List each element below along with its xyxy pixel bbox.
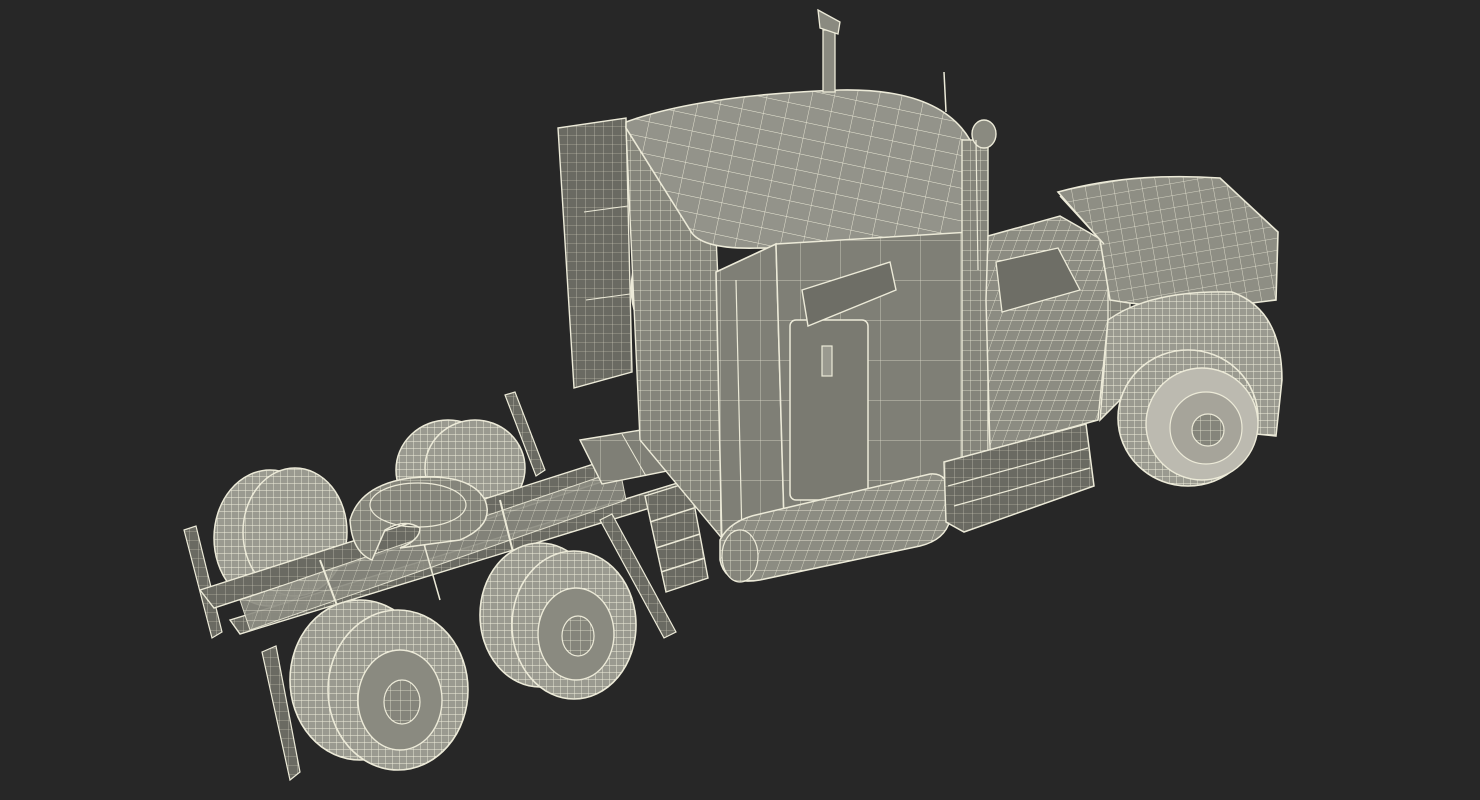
truck-wireframe-render bbox=[183, 8, 1283, 782]
side-fairing-wing bbox=[715, 242, 785, 550]
antenna bbox=[943, 71, 947, 113]
render-viewport bbox=[0, 0, 1480, 800]
rear-fairing-panel bbox=[557, 117, 633, 389]
front-wheel bbox=[1117, 349, 1259, 487]
exhaust-stack-rear bbox=[817, 8, 841, 93]
sleeper-door-handle bbox=[821, 345, 833, 377]
